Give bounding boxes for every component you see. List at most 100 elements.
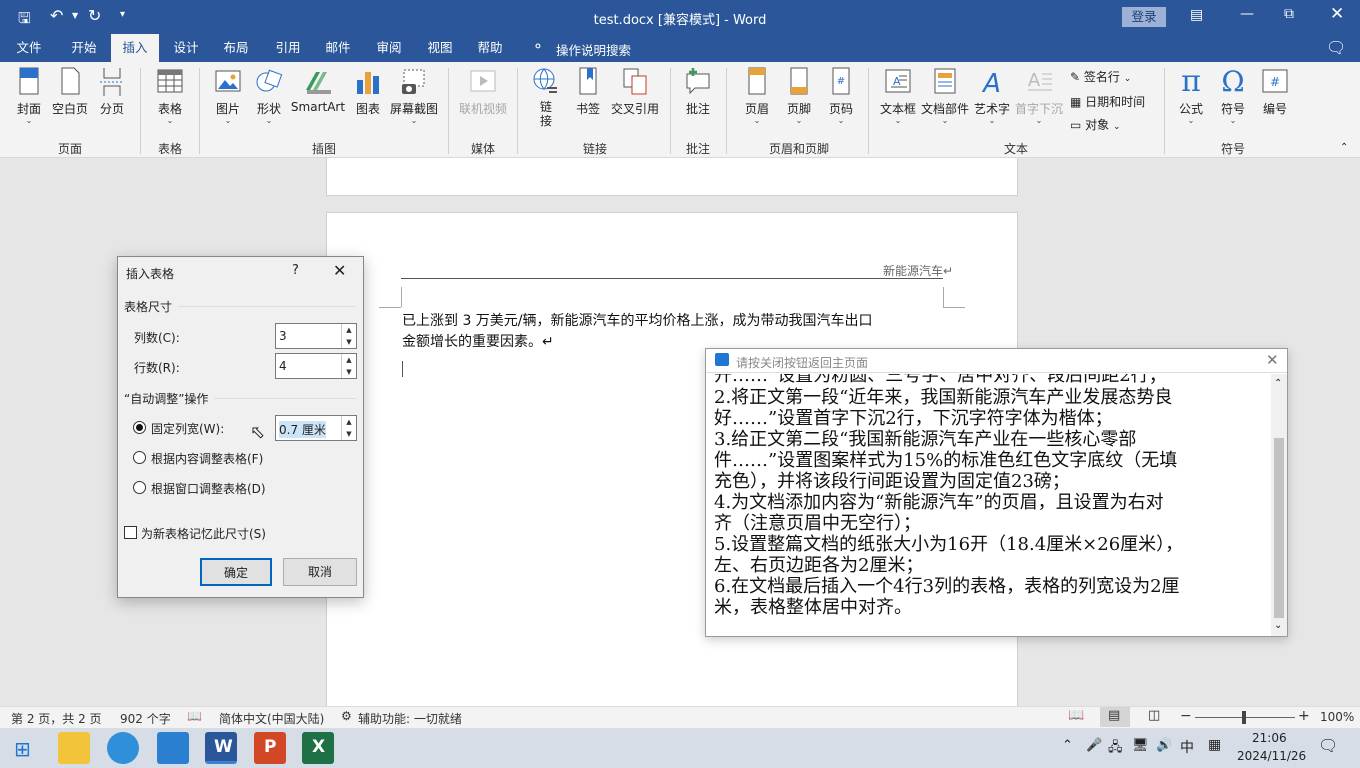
popup-close-icon[interactable]: ✕ [1266,351,1279,369]
online-video-button[interactable]: 联机视频 [456,66,510,117]
autofit-window-radio[interactable] [133,481,146,494]
tab-view[interactable]: 视图 [418,34,462,62]
cancel-button[interactable]: 取消 [283,558,357,586]
remember-size-checkbox[interactable] [124,526,137,539]
tab-review[interactable]: 审阅 [367,34,411,62]
collapse-ribbon-icon[interactable]: ⌃ [1340,142,1348,153]
proofing-icon[interactable]: 📖 [187,709,202,723]
new-comment-button[interactable]: 批注 [678,66,718,117]
tab-home[interactable]: 开始 [62,34,106,62]
equation-button[interactable]: π 公式 ⌄ [1172,66,1210,125]
tell-me-search[interactable]: 操作说明搜索 [556,40,631,59]
file-explorer-icon[interactable] [58,732,90,764]
ribbon-separator [448,68,449,154]
zoom-in-icon[interactable]: + [1298,708,1310,724]
cover-page-button[interactable]: 封面 ⌄ [10,66,48,125]
page-break-button[interactable]: 分页 [94,66,130,117]
edge-browser-icon[interactable] [107,732,139,764]
fixed-width-label[interactable]: 固定列宽(W): [151,420,224,437]
autofit-content-label[interactable]: 根据内容调整表格(F) [151,450,263,467]
page-count[interactable]: 第 2 页，共 2 页 [11,710,102,727]
zoom-slider-thumb[interactable] [1242,711,1246,724]
tray-chevron-icon[interactable]: ⌃ [1062,738,1073,753]
screenshot-button[interactable]: 屏幕截图 ⌄ [388,66,440,125]
web-layout-icon[interactable]: ◫ [1148,708,1160,723]
date-time-button[interactable]: ▦ 日期和时间 [1070,93,1145,110]
object-button[interactable]: ▭ 对象 ⌄ [1070,116,1121,133]
comments-icon[interactable]: 🗨 [1326,38,1346,57]
start-windows-icon[interactable]: ⊞ [14,737,31,761]
microphone-icon[interactable]: 🎤 [1086,738,1102,753]
column-width-spinner[interactable]: 0.7 厘米 ▲ ▼ [275,415,357,441]
zoom-out-icon[interactable]: − [1180,708,1192,724]
picture-button[interactable]: 图片 ⌄ [208,66,248,125]
scroll-down-icon[interactable]: ⌄ [1274,620,1282,631]
link-button[interactable]: 链接 [528,66,564,128]
screenshot-icon [402,69,425,94]
numbering-button[interactable]: # 编号 [1256,66,1294,117]
spin-down-icon[interactable]: ▼ [341,428,356,440]
spin-down-icon[interactable]: ▼ [341,366,356,378]
tab-layout[interactable]: 布局 [214,34,258,62]
language[interactable]: 简体中文(中国大陆) [219,710,324,727]
chart-button[interactable]: 图表 [350,66,386,117]
help-button[interactable]: ? [292,263,299,278]
ime-indicator[interactable]: 中 [1180,737,1194,757]
popup-scrollbar[interactable]: ⌃ ⌄ [1271,374,1287,636]
tab-mailings[interactable]: 邮件 [316,34,360,62]
fixed-width-radio[interactable] [133,421,146,434]
tab-insert[interactable]: 插入 [111,34,159,62]
tab-references[interactable]: 引用 [266,34,310,62]
dialog-close-icon[interactable]: ✕ [333,261,346,280]
autofit-window-label[interactable]: 根据窗口调整表格(D) [151,480,266,497]
svg-text:#: # [1270,75,1280,89]
quick-parts-button[interactable]: 文档部件 ⌄ [920,66,970,125]
close-icon[interactable]: ✕ [1330,4,1344,24]
remember-size-label[interactable]: 为新表格记忆此尺寸(S) [141,525,266,542]
word-count[interactable]: 902 个字 [120,710,171,727]
scroll-thumb[interactable] [1274,438,1284,618]
autofit-content-radio[interactable] [133,451,146,464]
wordart-button[interactable]: A 艺术字 ⌄ [972,66,1012,125]
symbol-button[interactable]: Ω 符号 ⌄ [1214,66,1252,125]
columns-spinner[interactable]: 3 ▲ ▼ [275,323,357,349]
instruction-line: 齐（注意页眉中无空行）； [714,513,921,534]
volume-icon[interactable]: 🔊 [1156,738,1172,753]
notification-icon[interactable]: 🗨 [1318,736,1338,755]
spin-up-icon[interactable]: ▲ [341,416,356,428]
keyboard-grid-icon[interactable]: ▦ [1208,737,1221,753]
login-button[interactable]: 登录 [1122,7,1166,27]
accessibility-status[interactable]: 辅助功能: 一切就绪 [358,710,462,727]
footer-button[interactable]: 页脚 ⌄ [780,66,818,125]
spin-up-icon[interactable]: ▲ [341,324,356,336]
table-button[interactable]: 表格 ⌄ [150,66,190,125]
smartart-button[interactable]: SmartArt [290,66,346,114]
shapes-button[interactable]: 形状 ⌄ [250,66,288,125]
blank-page-button[interactable]: 空白页 [50,66,90,117]
rows-spinner[interactable]: 4 ▲ ▼ [275,353,357,379]
ok-button[interactable]: 确定 [200,558,272,586]
restore-icon[interactable]: ⧉ [1284,6,1294,22]
display-icon[interactable]: 🖥 [1132,738,1149,753]
bookmark-button[interactable]: 书签 [570,66,606,117]
text-box-button[interactable]: A 文本框 ⌄ [876,66,920,125]
page-number-button[interactable]: # 页码 ⌄ [822,66,860,125]
spin-down-icon[interactable]: ▼ [341,336,356,348]
cross-reference-button[interactable]: 交叉引用 [608,66,662,117]
tab-design[interactable]: 设计 [164,34,208,62]
read-mode-icon[interactable]: 📖 [1068,708,1084,723]
network-icon[interactable]: 🖧 [1108,738,1123,760]
tab-help[interactable]: 帮助 [468,34,512,62]
drop-cap-button[interactable]: A 首字下沉 ⌄ [1014,66,1064,125]
spin-up-icon[interactable]: ▲ [341,354,356,366]
tab-file[interactable]: 文件 [8,34,50,62]
remote-app-icon[interactable] [157,732,189,764]
ribbon-display-icon[interactable]: ▤ [1190,7,1203,23]
clock-time[interactable]: 21:06 [1252,731,1287,745]
clock-date[interactable]: 2024/11/26 [1237,749,1306,763]
zoom-level[interactable]: 100% [1320,710,1354,724]
minimize-icon[interactable]: — [1240,6,1254,22]
signature-line-button[interactable]: ✎ 签名行 ⌄ [1070,68,1131,85]
scroll-up-icon[interactable]: ⌃ [1274,378,1282,389]
header-button[interactable]: 页眉 ⌄ [738,66,776,125]
